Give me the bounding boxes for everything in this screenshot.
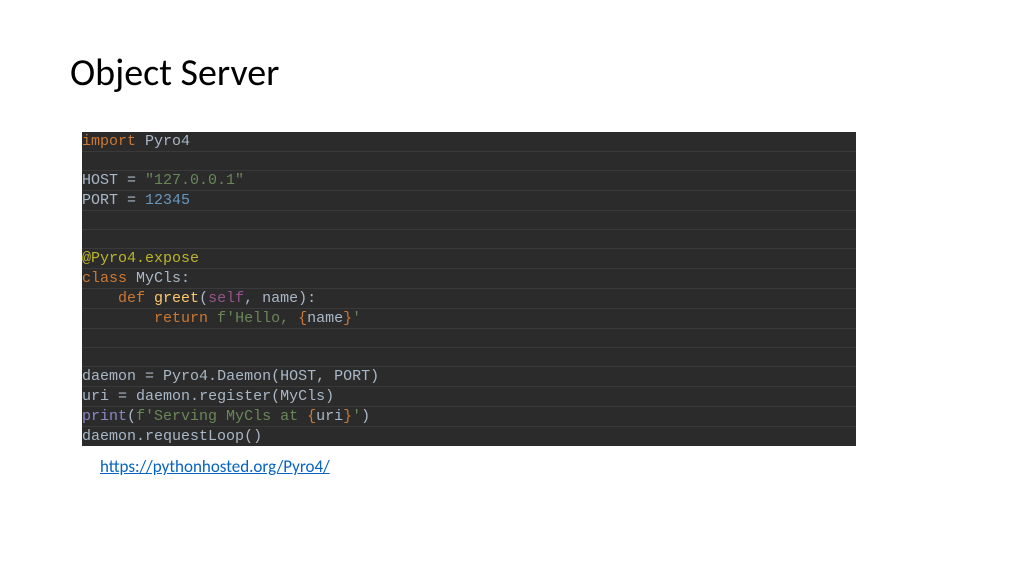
assign: = [109, 388, 136, 405]
paren-close: ) [361, 408, 370, 425]
daemon-ref: daemon [136, 388, 190, 405]
code-line-blank [82, 329, 856, 348]
number-port: 12345 [145, 192, 190, 209]
colon: : [181, 270, 190, 287]
brace-open: { [298, 310, 307, 327]
paren-open: ( [271, 388, 280, 405]
paren-open: ( [199, 290, 208, 307]
assign: = [118, 172, 145, 189]
space [325, 368, 334, 385]
code-line: uri = daemon.register(MyCls) [82, 387, 856, 407]
paren-close: ) [298, 290, 307, 307]
assign: = [118, 192, 145, 209]
fstring-open: 'Serving MyCls at [145, 408, 307, 425]
class-name: MyCls [136, 270, 181, 287]
register-call: register [199, 388, 271, 405]
keyword-class: class [82, 270, 127, 287]
brace-close: } [343, 310, 352, 327]
code-line-blank [82, 211, 856, 230]
fstring-close: ' [352, 408, 361, 425]
code-line: class MyCls: [82, 269, 856, 289]
paren-close: ) [325, 388, 334, 405]
keyword-return: return [154, 310, 208, 327]
code-line: return f'Hello, {name}' [82, 309, 856, 329]
module-name: Pyro4 [145, 133, 190, 150]
comma: , [316, 368, 325, 385]
keyword-def: def [118, 290, 145, 307]
slide-title: Object Server [70, 50, 954, 96]
code-line: daemon = Pyro4.Daemon(HOST, PORT) [82, 367, 856, 387]
paren-open: ( [271, 368, 280, 385]
link-row: https://pythonhosted.org/Pyro4/ [70, 456, 954, 477]
arg-host: HOST [280, 368, 316, 385]
assign: = [136, 368, 163, 385]
empty-paren: () [244, 428, 262, 445]
doc-link[interactable]: https://pythonhosted.org/Pyro4/ [100, 456, 330, 477]
method-name: greet [154, 290, 199, 307]
arg-port: PORT [334, 368, 370, 385]
builtin-print: print [82, 408, 127, 425]
paren-close: ) [370, 368, 379, 385]
slide: Object Server import Pyro4 HOST = "127.0… [0, 0, 1024, 477]
module-ref: Pyro4 [163, 368, 208, 385]
space [145, 290, 154, 307]
dot: . [190, 388, 199, 405]
space [253, 290, 262, 307]
arg-mycls: MyCls [280, 388, 325, 405]
colon: : [307, 290, 316, 307]
code-line: print(f'Serving MyCls at {uri}') [82, 407, 856, 427]
requestloop-call: requestLoop [145, 428, 244, 445]
var-host: HOST [82, 172, 118, 189]
keyword-import: import [82, 133, 136, 150]
var-daemon: daemon [82, 368, 136, 385]
code-line: daemon.requestLoop() [82, 427, 856, 446]
f-prefix: f [217, 310, 226, 327]
brace-open: { [307, 408, 316, 425]
fstring-close: ' [352, 310, 361, 327]
code-line: HOST = "127.0.0.1" [82, 171, 856, 191]
space [127, 270, 136, 287]
dot: . [136, 428, 145, 445]
code-line-blank [82, 230, 856, 249]
code-block: import Pyro4 HOST = "127.0.0.1" PORT = 1… [82, 132, 856, 446]
fstring-open: 'Hello, [226, 310, 298, 327]
fstring-var: name [307, 310, 343, 327]
space [208, 310, 217, 327]
var-port: PORT [82, 192, 118, 209]
daemon-ctor: Daemon [217, 368, 271, 385]
self-param: self [208, 290, 244, 307]
decorator: @Pyro4.expose [82, 250, 199, 267]
string-host: "127.0.0.1" [145, 172, 244, 189]
comma: , [244, 290, 253, 307]
dot: . [208, 368, 217, 385]
code-line: PORT = 12345 [82, 191, 856, 211]
code-line-blank [82, 348, 856, 367]
paren-open: ( [127, 408, 136, 425]
code-line-blank [82, 152, 856, 171]
space [136, 133, 145, 150]
code-line: def greet(self, name): [82, 289, 856, 309]
indent [82, 290, 118, 307]
code-line: import Pyro4 [82, 132, 856, 152]
f-prefix: f [136, 408, 145, 425]
param-name: name [262, 290, 298, 307]
var-uri: uri [82, 388, 109, 405]
daemon-ref: daemon [82, 428, 136, 445]
brace-close: } [343, 408, 352, 425]
fstring-var-uri: uri [316, 408, 343, 425]
code-line: @Pyro4.expose [82, 249, 856, 269]
indent [82, 310, 154, 327]
